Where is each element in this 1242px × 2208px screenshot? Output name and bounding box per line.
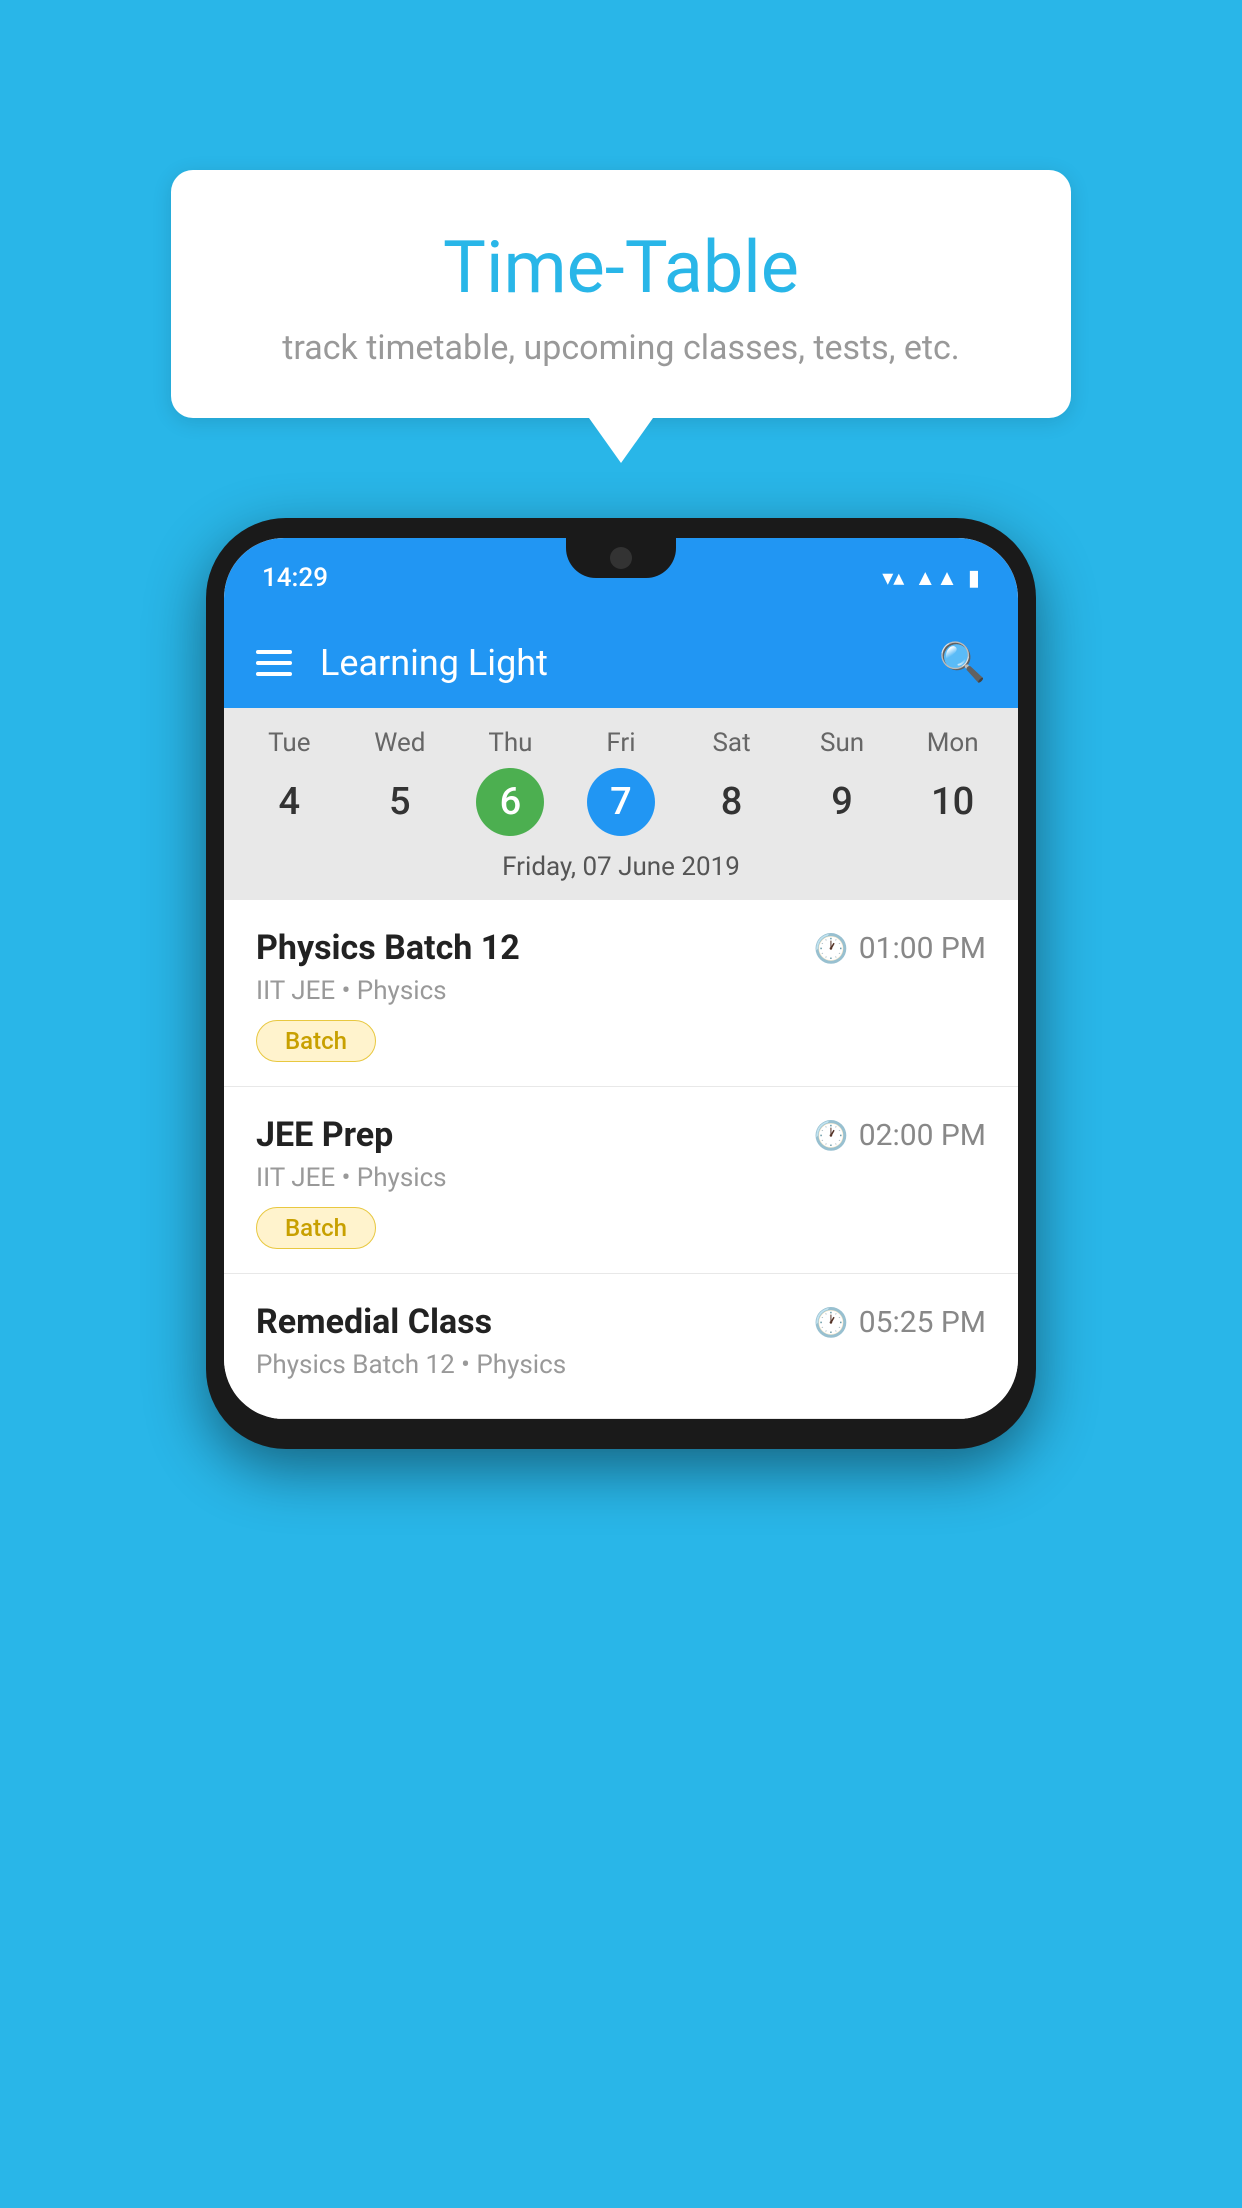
battery-icon: ▮ bbox=[968, 566, 980, 591]
schedule-item-1[interactable]: JEE Prep 🕐 02:00 PM IIT JEE • Physics Batch bbox=[224, 1087, 1018, 1274]
time-text: 01:00 PM bbox=[859, 931, 986, 966]
days-row: Tue 4 Wed 5 Thu 6 Fri 7 Sat 8 Sun 9 Mon 10 bbox=[224, 708, 1018, 844]
status-bar: 14:29 ▾▴ ▲▲ ▮ bbox=[224, 538, 1018, 618]
clock-icon: 🕐 bbox=[814, 1119, 849, 1152]
day-label: Wed bbox=[374, 728, 425, 758]
day-col-mon[interactable]: Mon 10 bbox=[903, 728, 1003, 836]
app-bar: Learning Light 🔍 bbox=[224, 618, 1018, 708]
clock-icon: 🕐 bbox=[814, 1306, 849, 1339]
speech-bubble: Time-Table track timetable, upcoming cla… bbox=[171, 170, 1071, 418]
status-icons: ▾▴ ▲▲ ▮ bbox=[882, 565, 980, 591]
schedule-time: 🕐 02:00 PM bbox=[814, 1118, 986, 1153]
day-label: Fri bbox=[606, 728, 635, 758]
day-col-wed[interactable]: Wed 5 bbox=[350, 728, 450, 836]
time-text: 05:25 PM bbox=[859, 1305, 986, 1340]
bubble-subtitle: track timetable, upcoming classes, tests… bbox=[231, 328, 1011, 368]
signal-icon: ▲▲ bbox=[914, 565, 958, 591]
schedule-item-2[interactable]: Remedial Class 🕐 05:25 PM Physics Batch 12 … bbox=[224, 1274, 1018, 1419]
schedule-item-header: Remedial Class 🕐 05:25 PM bbox=[256, 1302, 986, 1342]
schedule-title: JEE Prep bbox=[256, 1115, 393, 1155]
day-label: Mon bbox=[927, 728, 979, 758]
day-label: Tue bbox=[268, 728, 310, 758]
day-col-fri[interactable]: Fri 7 bbox=[571, 728, 671, 836]
phone-screen: 14:29 ▾▴ ▲▲ ▮ Learnin bbox=[224, 538, 1018, 1419]
schedule-time: 🕐 05:25 PM bbox=[814, 1305, 986, 1340]
status-time: 14:29 bbox=[262, 563, 328, 593]
app-bar-left: Learning Light bbox=[256, 642, 548, 684]
bubble-title: Time-Table bbox=[231, 225, 1011, 310]
bubble-arrow bbox=[589, 418, 653, 463]
schedule-title: Physics Batch 12 bbox=[256, 928, 520, 968]
schedule-item-header: JEE Prep 🕐 02:00 PM bbox=[256, 1115, 986, 1155]
clock-icon: 🕐 bbox=[814, 932, 849, 965]
phone-frame: 14:29 ▾▴ ▲▲ ▮ Learnin bbox=[206, 518, 1036, 1449]
schedule-title: Remedial Class bbox=[256, 1302, 492, 1342]
notch bbox=[566, 538, 676, 578]
speech-bubble-container: Time-Table track timetable, upcoming cla… bbox=[171, 170, 1071, 463]
calendar-section: Tue 4 Wed 5 Thu 6 Fri 7 Sat 8 Sun 9 Mon 10 Friday, 07… bbox=[224, 708, 1018, 900]
day-label: Sat bbox=[712, 728, 750, 758]
day-number: 6 bbox=[476, 768, 544, 836]
day-number: 7 bbox=[587, 768, 655, 836]
camera-dot bbox=[610, 547, 632, 569]
schedule-subtitle: IIT JEE • Physics bbox=[256, 976, 986, 1006]
menu-button[interactable] bbox=[256, 650, 292, 676]
batch-badge: Batch bbox=[256, 1207, 376, 1249]
time-text: 02:00 PM bbox=[859, 1118, 986, 1153]
day-number: 9 bbox=[808, 768, 876, 836]
day-col-sun[interactable]: Sun 9 bbox=[792, 728, 892, 836]
schedule-list: Physics Batch 12 🕐 01:00 PM IIT JEE • Physi… bbox=[224, 900, 1018, 1419]
day-number: 5 bbox=[366, 768, 434, 836]
day-number: 8 bbox=[698, 768, 766, 836]
app-title: Learning Light bbox=[320, 642, 548, 684]
schedule-subtitle: Physics Batch 12 • Physics bbox=[256, 1350, 986, 1380]
day-col-tue[interactable]: Tue 4 bbox=[239, 728, 339, 836]
day-label: Thu bbox=[488, 728, 532, 758]
schedule-item-header: Physics Batch 12 🕐 01:00 PM bbox=[256, 928, 986, 968]
schedule-item-0[interactable]: Physics Batch 12 🕐 01:00 PM IIT JEE • Physi… bbox=[224, 900, 1018, 1087]
schedule-time: 🕐 01:00 PM bbox=[814, 931, 986, 966]
day-col-thu[interactable]: Thu 6 bbox=[460, 728, 560, 836]
schedule-subtitle: IIT JEE • Physics bbox=[256, 1163, 986, 1193]
wifi-icon: ▾▴ bbox=[882, 566, 904, 591]
batch-badge: Batch bbox=[256, 1020, 376, 1062]
search-button[interactable]: 🔍 bbox=[939, 641, 986, 685]
selected-date-label: Friday, 07 June 2019 bbox=[224, 844, 1018, 900]
day-label: Sun bbox=[820, 728, 864, 758]
day-number: 4 bbox=[255, 768, 323, 836]
day-col-sat[interactable]: Sat 8 bbox=[682, 728, 782, 836]
day-number: 10 bbox=[919, 768, 987, 836]
phone-device: 14:29 ▾▴ ▲▲ ▮ Learnin bbox=[206, 518, 1036, 1449]
